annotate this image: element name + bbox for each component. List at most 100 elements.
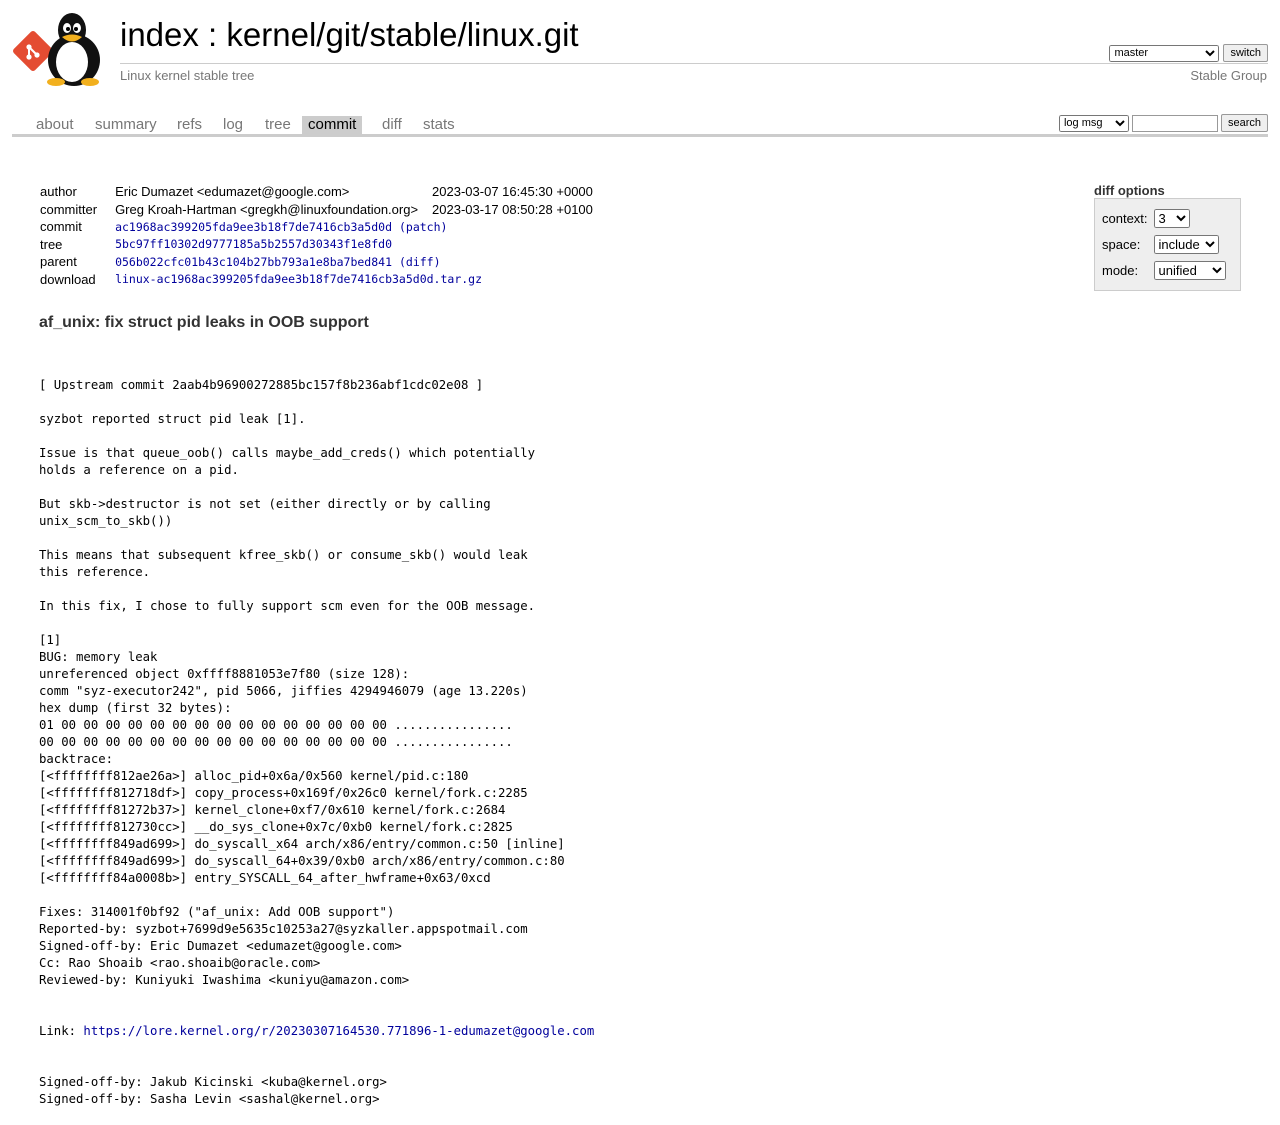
diff-options-panel: context: 3 space: include mode: unified	[1094, 198, 1241, 291]
parent-row: parent 056b022cfc01b43c104b27bb793a1e8ba…	[36, 253, 597, 271]
tree-row: tree 5bc97ff10302d9777185a5b2557d30343f1…	[36, 236, 597, 254]
message-line: [<ffffffff812718df>] copy_process+0x169f…	[39, 786, 528, 800]
message-line: Fixes: 314001f0bf92 ("af_unix: Add OOB s…	[39, 905, 395, 919]
message-line	[39, 887, 594, 904]
message-line: [ Upstream commit 2aab4b96900272885bc157…	[39, 378, 484, 392]
message-line	[39, 479, 594, 496]
download-row: download linux-ac1968ac399205fda9ee3b18f…	[36, 271, 597, 289]
message-line: This means that subsequent kfree_skb() o…	[39, 548, 528, 562]
download-label: download	[40, 271, 96, 287]
tree-label: tree	[40, 236, 63, 252]
message-line: 01 00 00 00 00 00 00 00 00 00 00 00 00 0…	[39, 718, 513, 732]
message-line: Issue is that queue_oob() calls maybe_ad…	[39, 446, 536, 460]
mode-label: mode:	[1102, 262, 1139, 278]
tab-about[interactable]: about	[30, 116, 80, 135]
message-line: [<ffffffff849ad699>] do_syscall_x64 arch…	[39, 837, 565, 851]
message-line: unreferenced object 0xffff8881053e7f80 (…	[39, 667, 410, 681]
committer-label: committer	[40, 201, 98, 217]
title-separator: :	[198, 16, 227, 53]
commit-info-table: author Eric Dumazet <edumazet@google.com…	[36, 183, 597, 288]
lore-link[interactable]: https://lore.kernel.org/r/20230307164530…	[83, 1024, 594, 1038]
paren-close: )	[433, 254, 441, 269]
message-line: Signed-off-by: Jakub Kicinski <kuba@kern…	[39, 1075, 387, 1089]
message-line: [1]	[39, 633, 62, 647]
tux-penguin-icon	[47, 13, 100, 86]
message-line: [<ffffffff812730cc>] __do_sys_clone+0x7c…	[39, 820, 513, 834]
commit-subject: af_unix: fix struct pid leaks in OOB sup…	[39, 314, 369, 331]
commit-row: commit ac1968ac399205fda9ee3b18f7de7416c…	[36, 218, 597, 236]
search-input[interactable]	[1131, 114, 1218, 132]
search-button[interactable]: search	[1220, 114, 1268, 132]
commit-message-body: [ Upstream commit 2aab4b96900272885bc157…	[39, 377, 594, 989]
git-diamond-icon	[13, 31, 53, 71]
commit-hash-link[interactable]: ac1968ac399205fda9ee3b18f7de7416cb3a5d0d	[115, 220, 392, 234]
tab-summary[interactable]: summary	[89, 116, 163, 135]
message-line: Signed-off-by: Sasha Levin <sashal@kerne…	[39, 1092, 380, 1106]
parent-hash-link[interactable]: 056b022cfc01b43c104b27bb793a1e8ba7bed841	[115, 255, 392, 269]
message-line: [<ffffffff84a0008b>] entry_SYSCALL_64_af…	[39, 871, 491, 885]
repo-description: Linux kernel stable tree	[120, 68, 255, 83]
header-divider	[120, 63, 1268, 64]
mode-select[interactable]: unified	[1153, 260, 1226, 280]
patch-link[interactable]: patch	[406, 220, 441, 234]
message-line: Signed-off-by: Eric Dumazet <edumazet@go…	[39, 939, 402, 953]
tab-refs[interactable]: refs	[171, 116, 208, 135]
parent-label: parent	[40, 254, 77, 270]
message-line: [<ffffffff812ae26a>] alloc_pid+0x6a/0x56…	[39, 769, 469, 783]
message-line: this reference.	[39, 565, 151, 579]
commit-label: commit	[40, 219, 82, 235]
message-line: [<ffffffff849ad699>] do_syscall_64+0x39/…	[39, 854, 565, 868]
author-value: Eric Dumazet <edumazet@google.com>	[115, 184, 350, 200]
tab-commit[interactable]: commit	[302, 116, 363, 135]
diff-options-title: diff options	[1094, 183, 1165, 198]
index-link[interactable]: index	[120, 16, 199, 53]
space-label: space:	[1102, 236, 1141, 252]
branch-select[interactable]: master	[1109, 44, 1220, 62]
switch-button[interactable]: switch	[1223, 44, 1268, 62]
tree-hash-link[interactable]: 5bc97ff10302d9777185a5b2557d30343f1e8fd0	[115, 237, 392, 251]
message-line: BUG: memory leak	[39, 650, 158, 664]
download-link[interactable]: linux-ac1968ac399205fda9ee3b18f7de7416cb…	[115, 272, 482, 286]
message-line: But skb->destructor is not set (either d…	[39, 497, 491, 511]
message-line: [<ffffffff81272b37>] kernel_clone+0xf7/0…	[39, 803, 506, 817]
author-date: 2023-03-07 16:45:30 +0000	[432, 184, 593, 200]
link-prefix: Link:	[39, 1024, 84, 1038]
search-mode-select[interactable]: log msg	[1058, 114, 1129, 132]
cgit-tux-logo[interactable]	[12, 10, 112, 86]
committer-row: committer Greg Kroah-Hartman <gregkh@lin…	[36, 201, 597, 219]
message-line: Reviewed-by: Kuniyuki Iwashima <kuniyu@a…	[39, 973, 410, 987]
message-line: Reported-by: syzbot+7699d9e5635c10253a27…	[39, 922, 528, 936]
space-select[interactable]: include	[1153, 234, 1219, 254]
message-line: backtrace:	[39, 752, 114, 766]
message-line	[39, 394, 594, 411]
paren-close: )	[440, 219, 448, 234]
message-line	[39, 615, 594, 632]
search-form: log msg search	[1058, 114, 1268, 132]
message-line: syzbot reported struct pid leak [1].	[39, 412, 306, 426]
branch-switch-form: master switch	[1109, 44, 1268, 62]
page-title: index : kernel/git/stable/linux.git	[120, 16, 579, 54]
diff-link[interactable]: diff	[406, 255, 434, 269]
message-line	[39, 581, 594, 598]
message-line: unix_scm_to_skb())	[39, 514, 173, 528]
tab-stats[interactable]: stats	[417, 116, 461, 135]
committer-value: Greg Kroah-Hartman <gregkh@linuxfoundati…	[115, 201, 419, 217]
message-line: In this fix, I chose to fully support sc…	[39, 599, 536, 613]
link-line: Link: https://lore.kernel.org/r/20230307…	[39, 1023, 594, 1040]
message-line: hex dump (first 32 bytes):	[39, 701, 232, 715]
tab-log[interactable]: log	[217, 116, 249, 135]
committer-date: 2023-03-17 08:50:28 +0100	[432, 201, 593, 217]
author-label: author	[40, 184, 77, 200]
repo-owner: Stable Group	[1190, 68, 1267, 83]
repo-path-link[interactable]: kernel/git/stable/linux.git	[226, 16, 578, 53]
tab-tree[interactable]: tree	[259, 116, 297, 135]
commit-message: [ Upstream commit 2aab4b96900272885bc157…	[39, 343, 594, 1125]
paren-open: (	[398, 219, 406, 234]
message-line	[39, 428, 594, 445]
author-row: author Eric Dumazet <edumazet@google.com…	[36, 183, 597, 201]
tab-diff[interactable]: diff	[376, 116, 408, 135]
commit-message-tail: Signed-off-by: Jakub Kicinski <kuba@kern…	[39, 1074, 594, 1108]
context-label: context:	[1102, 210, 1148, 226]
context-select[interactable]: 3	[1153, 208, 1190, 228]
message-line: comm "syz-executor242", pid 5066, jiffie…	[39, 684, 528, 698]
